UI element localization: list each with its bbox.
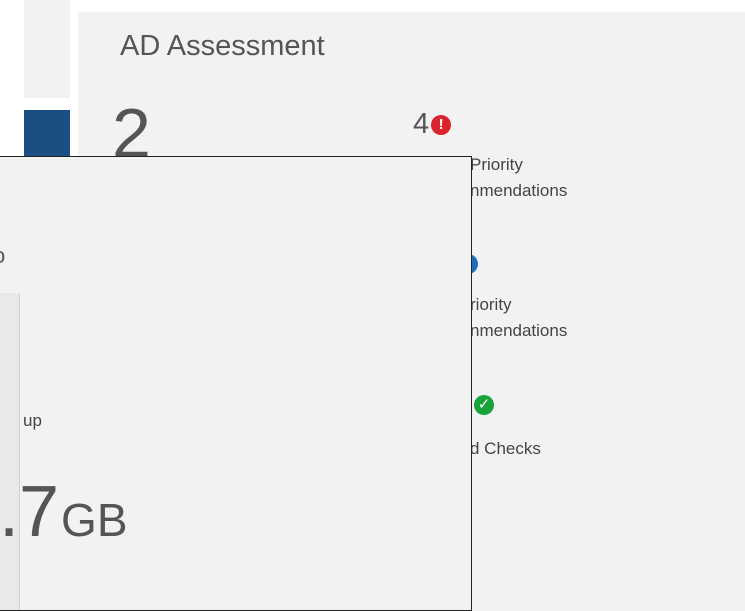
left-tile-top (24, 0, 70, 98)
backup-size-value: .7 (0, 472, 60, 552)
ad-assessment-title: AD Assessment (120, 30, 325, 62)
backup-size: .7GB (0, 472, 128, 560)
left-tile-accent (24, 110, 70, 158)
check-circle-icon: ✓ (474, 395, 494, 415)
exclamation-circle-icon: ! (431, 114, 452, 135)
edge-glyph: o (0, 243, 5, 269)
passed-checks-label: d Checks (470, 439, 541, 458)
high-priority-count-row: 4 ! (413, 108, 452, 141)
high-priority-label: Priority nmendations (470, 155, 568, 200)
inner-card-edge (0, 293, 20, 610)
high-priority-count: 4 (413, 108, 430, 140)
backup-label: up (23, 411, 42, 430)
low-priority-label: riority nmendations (470, 295, 568, 340)
backup-size-unit: GB (61, 494, 128, 546)
backup-overlay-card[interactable]: o up .7GB (0, 156, 472, 611)
